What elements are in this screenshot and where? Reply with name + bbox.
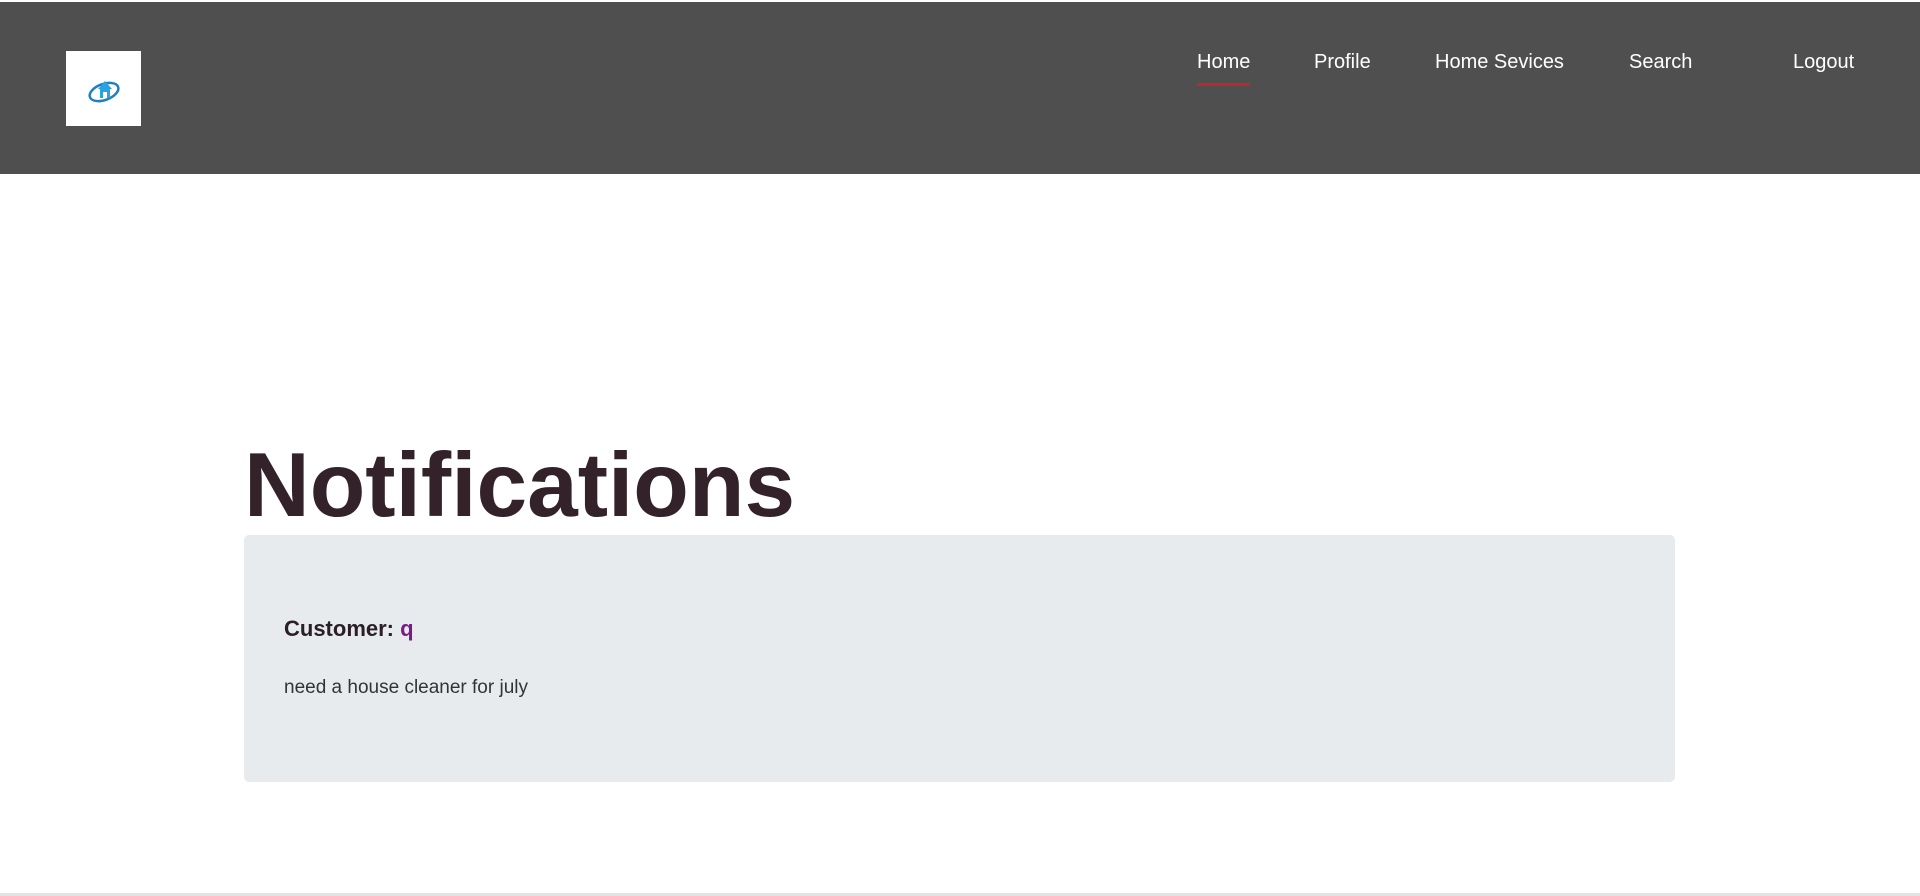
main-nav: Home Profile Home Sevices Search Logout [0, 50, 1920, 90]
nav-home-services[interactable]: Home Sevices [1435, 50, 1564, 74]
top-navbar: Home Profile Home Sevices Search Logout [0, 2, 1920, 174]
notification-message: need a house cleaner for july [284, 677, 528, 698]
nav-search[interactable]: Search [1629, 50, 1692, 74]
customer-label: Customer: [284, 616, 401, 641]
page-title: Notifications [244, 435, 796, 536]
nav-profile[interactable]: Profile [1314, 50, 1371, 74]
customer-name[interactable]: q [400, 616, 413, 641]
notification-customer: Customer: q [284, 615, 414, 643]
nav-logout[interactable]: Logout [1793, 50, 1854, 74]
nav-home[interactable]: Home [1197, 50, 1251, 86]
notification-card: Customer: q need a house cleaner for jul… [244, 535, 1675, 782]
